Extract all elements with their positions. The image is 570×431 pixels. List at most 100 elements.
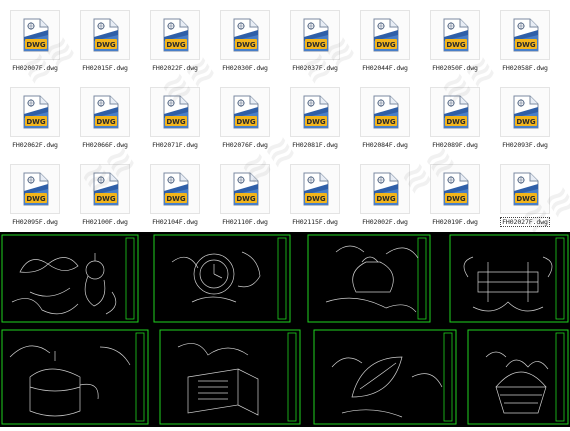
dwg-badge: DWG bbox=[166, 41, 186, 49]
clock-cloud-motif bbox=[171, 251, 261, 303]
dwg-file-icon: DWG bbox=[500, 10, 550, 60]
file-name: FH02089F.dwg bbox=[432, 141, 478, 149]
file-name: FH02022F.dwg bbox=[152, 64, 198, 72]
file-item[interactable]: DWG FH02015F.dwg bbox=[70, 0, 140, 72]
file-name: FH02007F.dwg bbox=[12, 64, 58, 72]
file-name: FH02058F.dwg bbox=[502, 64, 548, 72]
cad-preview-strip bbox=[0, 232, 570, 427]
dwg-file-icon: DWG bbox=[360, 10, 410, 60]
dwg-badge: DWG bbox=[306, 41, 326, 49]
file-item[interactable]: DWG FH02095F.dwg bbox=[0, 154, 70, 226]
cad-drawing-panel bbox=[313, 329, 457, 425]
file-item[interactable]: DWG FH02104F.dwg bbox=[140, 154, 210, 226]
file-name: FH02002F.dwg bbox=[362, 218, 408, 226]
file-name: FH02027F.dwg bbox=[500, 217, 550, 227]
dwg-badge: DWG bbox=[236, 195, 256, 203]
cad-drawings-canvas bbox=[1, 234, 569, 425]
file-name: FH02037F.dwg bbox=[292, 64, 338, 72]
dwg-file-icon: DWG bbox=[360, 164, 410, 214]
dwg-badge: DWG bbox=[446, 195, 466, 203]
file-name: FH02062F.dwg bbox=[12, 141, 58, 149]
file-name: FH02071F.dwg bbox=[152, 141, 198, 149]
dwg-badge: DWG bbox=[166, 118, 186, 126]
file-item[interactable]: DWG FH02110F.dwg bbox=[210, 154, 280, 226]
file-name: FH02050F.dwg bbox=[432, 64, 478, 72]
dwg-file-icon: DWG bbox=[430, 164, 480, 214]
dwg-badge: DWG bbox=[516, 195, 536, 203]
file-item[interactable]: DWG FH02089F.dwg bbox=[420, 77, 490, 149]
butterfly-flower-motif bbox=[11, 253, 117, 315]
dwg-file-icon: DWG bbox=[500, 164, 550, 214]
dwg-badge: DWG bbox=[446, 118, 466, 126]
dwg-badge: DWG bbox=[446, 41, 466, 49]
file-item[interactable]: DWG FH02100F.dwg bbox=[70, 154, 140, 226]
dwg-file-icon: DWG bbox=[290, 10, 340, 60]
dwg-file-icon: DWG bbox=[80, 164, 130, 214]
file-item[interactable]: DWG FH02093F.dwg bbox=[490, 77, 560, 149]
dwg-file-icon: DWG bbox=[360, 87, 410, 137]
file-item[interactable]: DWG FH02007F.dwg bbox=[0, 0, 70, 72]
file-item[interactable]: DWG FH02027F.dwg bbox=[490, 154, 560, 227]
file-item[interactable]: DWG FH02050F.dwg bbox=[420, 0, 490, 72]
file-name: FH02095F.dwg bbox=[12, 218, 58, 226]
cad-drawing-panel bbox=[153, 234, 291, 323]
file-item[interactable]: DWG FH02037F.dwg bbox=[280, 0, 350, 72]
dwg-badge: DWG bbox=[516, 41, 536, 49]
file-name: FH02015F.dwg bbox=[82, 64, 128, 72]
file-name: FH02115F.dwg bbox=[292, 218, 338, 226]
file-name: FH02110F.dwg bbox=[222, 218, 268, 226]
endless-knot-motif bbox=[463, 256, 553, 312]
file-name: FH02093F.dwg bbox=[502, 141, 548, 149]
file-item[interactable]: DWG FH02115F.dwg bbox=[280, 154, 350, 226]
dwg-badge: DWG bbox=[306, 195, 326, 203]
dwg-badge: DWG bbox=[96, 41, 116, 49]
dwg-file-icon: DWG bbox=[430, 10, 480, 60]
flower-basket-motif bbox=[485, 351, 549, 414]
dwg-file-icon: DWG bbox=[80, 87, 130, 137]
dwg-badge: DWG bbox=[306, 118, 326, 126]
file-name: FH02084F.dwg bbox=[362, 141, 408, 149]
file-name: FH02104F.dwg bbox=[152, 218, 198, 226]
cad-drawing-panel bbox=[467, 329, 569, 425]
file-icon-grid: DWG FH02007F.dwg DWG FH02015F.dwg DWG FH… bbox=[0, 0, 570, 243]
file-item[interactable]: DWG FH02019F.dwg bbox=[420, 154, 490, 226]
dwg-badge: DWG bbox=[26, 118, 46, 126]
dwg-badge: DWG bbox=[96, 118, 116, 126]
file-name: FH02044F.dwg bbox=[362, 64, 408, 72]
file-item[interactable]: DWG FH02002F.dwg bbox=[350, 154, 420, 226]
file-item[interactable]: DWG FH02066F.dwg bbox=[70, 77, 140, 149]
dwg-badge: DWG bbox=[376, 195, 396, 203]
file-item[interactable]: DWG FH02062F.dwg bbox=[0, 77, 70, 149]
dwg-file-icon: DWG bbox=[10, 10, 60, 60]
vase-cloud-motif bbox=[325, 245, 419, 313]
file-item[interactable]: DWG FH02058F.dwg bbox=[490, 0, 560, 72]
dwg-file-icon: DWG bbox=[500, 87, 550, 137]
dwg-file-icon: DWG bbox=[290, 87, 340, 137]
dwg-badge: DWG bbox=[236, 41, 256, 49]
file-name: FH02100F.dwg bbox=[82, 218, 128, 226]
dwg-file-icon: DWG bbox=[220, 10, 270, 60]
file-item[interactable]: DWG FH02022F.dwg bbox=[140, 0, 210, 72]
file-item[interactable]: DWG FH02044F.dwg bbox=[350, 0, 420, 72]
cad-drawing-panel bbox=[159, 329, 301, 425]
file-item[interactable]: DWG FH02081F.dwg bbox=[280, 77, 350, 149]
dwg-badge: DWG bbox=[376, 41, 396, 49]
cad-drawing-panel bbox=[1, 329, 149, 425]
leaf-cloud-motif bbox=[331, 356, 443, 418]
dwg-file-icon: DWG bbox=[150, 10, 200, 60]
dwg-badge: DWG bbox=[376, 118, 396, 126]
scroll-book-motif bbox=[177, 343, 259, 416]
dwg-badge: DWG bbox=[236, 118, 256, 126]
cad-drawing-panel bbox=[307, 234, 431, 323]
file-name: FH02030F.dwg bbox=[222, 64, 268, 72]
file-name: FH02066F.dwg bbox=[82, 141, 128, 149]
file-item[interactable]: DWG FH02084F.dwg bbox=[350, 77, 420, 149]
file-name: FH02076F.dwg bbox=[222, 141, 268, 149]
file-item[interactable]: DWG FH02071F.dwg bbox=[140, 77, 210, 149]
dwg-file-icon: DWG bbox=[10, 164, 60, 214]
file-item[interactable]: DWG FH02076F.dwg bbox=[210, 77, 280, 149]
dwg-badge: DWG bbox=[516, 118, 536, 126]
file-item[interactable]: DWG FH02030F.dwg bbox=[210, 0, 280, 72]
cad-drawing-panel bbox=[449, 234, 569, 323]
dwg-file-icon: DWG bbox=[10, 87, 60, 137]
